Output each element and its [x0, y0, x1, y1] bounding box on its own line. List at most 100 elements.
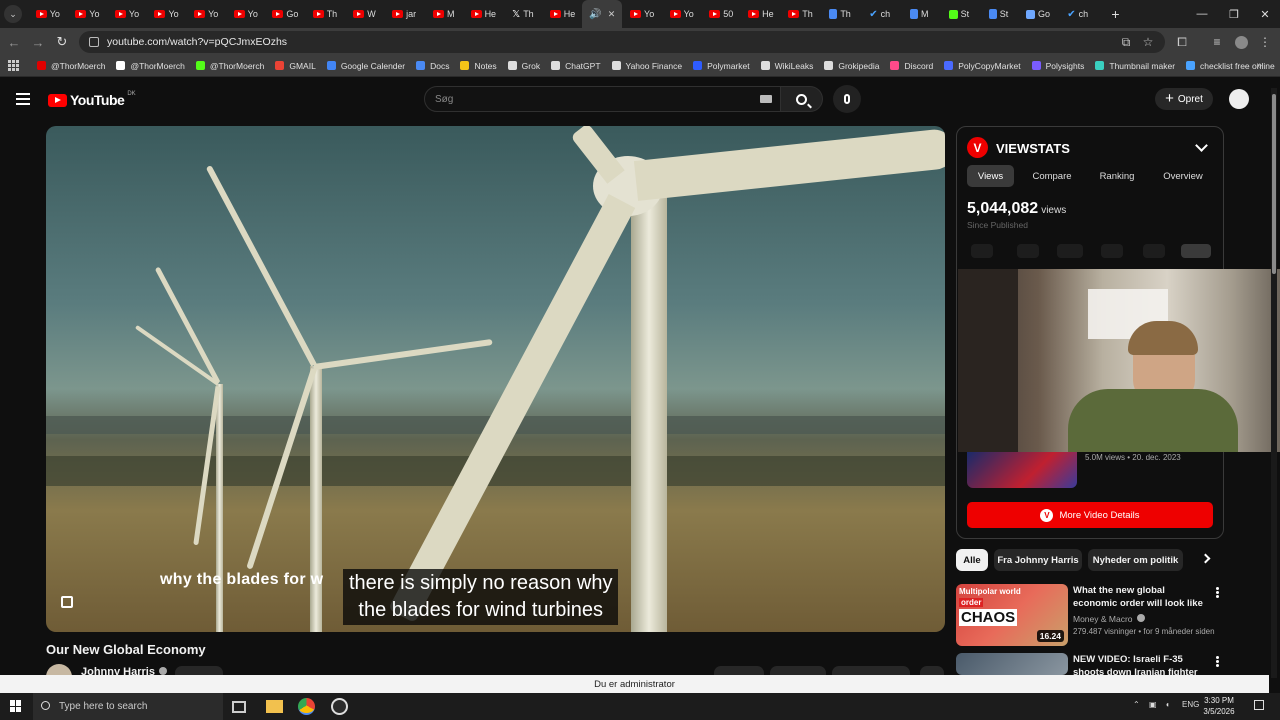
browser-menu-icon[interactable]: ⋮	[1255, 32, 1275, 52]
range-option[interactable]	[1143, 244, 1165, 258]
range-option[interactable]	[1057, 244, 1083, 258]
bookmark-item[interactable]: Grok	[507, 61, 540, 71]
browser-tab[interactable]: jar	[384, 0, 424, 28]
bookmark-item[interactable]: Thumbnail maker	[1095, 61, 1175, 71]
browser-tab[interactable]: 50	[702, 0, 742, 28]
account-avatar[interactable]	[1229, 89, 1249, 109]
browser-tab[interactable]: Th	[781, 0, 821, 28]
recommendation-thumbnail[interactable]	[956, 653, 1068, 675]
apps-grid-icon[interactable]	[8, 59, 19, 72]
extensions-icon[interactable]: ⧠	[1172, 32, 1192, 52]
back-button[interactable]: ←	[4, 32, 24, 52]
browser-tab[interactable]: Yo	[147, 0, 187, 28]
range-option-selected[interactable]	[1181, 244, 1211, 258]
profile-icon[interactable]	[1231, 32, 1251, 52]
bookmark-item[interactable]: Polysights	[1031, 61, 1084, 71]
bookmark-item[interactable]: @ThorMoerch	[116, 61, 185, 71]
browser-tab[interactable]: M	[899, 0, 939, 28]
viewstats-tab-ranking[interactable]: Ranking	[1089, 165, 1145, 187]
network-icon[interactable]: ▣	[1149, 700, 1157, 709]
browser-tab[interactable]: He	[741, 0, 781, 28]
bookmark-item[interactable]: Docs	[416, 61, 449, 71]
browser-tab[interactable]: W	[345, 0, 385, 28]
browser-tab[interactable]: Yo	[68, 0, 108, 28]
address-bar[interactable]: youtube.com/watch?v=pQCJmxEOzhs	[79, 31, 1165, 53]
bookmark-item[interactable]: Google Calender	[326, 61, 405, 71]
video-player[interactable]: why the blades for w there is simply no …	[46, 126, 945, 632]
browser-tab[interactable]: Th	[820, 0, 860, 28]
browser-tab[interactable]: M	[424, 0, 464, 28]
recommendation-title[interactable]: What the new global economic order will …	[1073, 585, 1211, 610]
taskbar-clock[interactable]: 3:30 PM 3/5/2026	[1198, 695, 1240, 717]
tab-search-button[interactable]: ⌄	[4, 5, 22, 23]
browser-tab[interactable]: Yo	[186, 0, 226, 28]
browser-tab[interactable]: Go	[266, 0, 306, 28]
browser-tab[interactable]: 𝕏 Th	[503, 0, 543, 28]
bookmark-item[interactable]: @ThorMoerch	[195, 61, 264, 71]
keyboard-icon[interactable]	[760, 95, 772, 103]
browser-tab[interactable]: He	[464, 0, 504, 28]
voice-search-button[interactable]	[833, 85, 861, 113]
range-option[interactable]	[971, 244, 993, 258]
viewstats-tab-overview[interactable]: Overview	[1153, 165, 1213, 187]
chip-politics-news[interactable]: Nyheder om politik	[1088, 549, 1183, 571]
related-video-thumbnail[interactable]	[967, 452, 1077, 488]
bookmark-item[interactable]: Discord	[890, 61, 933, 71]
chip-from-channel[interactable]: Fra Johnny Harris	[994, 549, 1082, 571]
browser-tab[interactable]: Yo	[28, 0, 68, 28]
recommendation-channel[interactable]: Money & Macro	[1073, 614, 1145, 624]
language-indicator[interactable]: ENG	[1182, 700, 1199, 709]
browser-tab[interactable]: St	[979, 0, 1019, 28]
volume-icon[interactable]: ◖	[1165, 700, 1170, 709]
forward-button[interactable]: →	[28, 32, 48, 52]
browser-tab[interactable]: ✔ ch	[860, 0, 900, 28]
chevron-right-icon[interactable]	[1200, 553, 1211, 564]
bookmark-item[interactable]: WikiLeaks	[760, 61, 813, 71]
bookmark-item[interactable]: ChatGPT	[551, 61, 601, 71]
taskbar-search-input[interactable]: Type here to search	[33, 693, 223, 720]
bookmark-item[interactable]: Polymarket	[693, 61, 750, 71]
browser-tab[interactable]: Th	[305, 0, 345, 28]
file-explorer-icon[interactable]	[266, 700, 283, 713]
recommendation-title[interactable]: NEW VIDEO: Israeli F-35 shoots down Iran…	[1073, 654, 1211, 675]
browser-tab[interactable]: St	[939, 0, 979, 28]
bookmark-item[interactable]: Yahoo Finance	[611, 61, 682, 71]
tab-close-icon[interactable]: ✕	[608, 9, 616, 20]
browser-tab[interactable]: 🔊 ✕	[582, 0, 623, 28]
more-options-icon[interactable]	[1216, 587, 1219, 598]
viewstats-tab-compare[interactable]: Compare	[1023, 165, 1081, 187]
range-option[interactable]	[1101, 244, 1123, 258]
create-button[interactable]: + Opret	[1155, 88, 1213, 110]
cast-icon[interactable]: ⧉	[1116, 32, 1136, 52]
browser-tab[interactable]: Go	[1018, 0, 1058, 28]
bookmark-item[interactable]: PolyCopyMarket	[944, 61, 1021, 71]
more-bookmarks-icon[interactable]: »	[1256, 60, 1262, 71]
task-view-icon[interactable]	[232, 701, 246, 713]
search-button[interactable]	[781, 86, 823, 112]
bookmark-item[interactable]: GMAIL	[275, 61, 316, 71]
chip-all[interactable]: Alle	[956, 549, 988, 571]
recording-app-icon[interactable]	[331, 698, 348, 715]
windows-start-icon[interactable]	[10, 700, 22, 712]
more-video-details-button[interactable]: V More Video Details	[967, 502, 1213, 528]
close-window-button[interactable]: ✕	[1249, 0, 1280, 28]
browser-tab[interactable]: Yo	[622, 0, 662, 28]
range-option[interactable]	[1017, 244, 1039, 258]
youtube-logo[interactable]: YouTube DK	[48, 91, 136, 108]
bookmark-item[interactable]: Grokipedia	[824, 61, 879, 71]
scrollbar-thumb[interactable]	[1272, 94, 1276, 274]
media-controls-icon[interactable]: ≡	[1207, 32, 1227, 52]
site-info-icon[interactable]	[89, 37, 99, 47]
new-tab-button[interactable]: +	[1103, 6, 1127, 22]
viewstats-tab-views[interactable]: Views	[967, 165, 1014, 187]
chrome-icon[interactable]	[298, 698, 315, 715]
minimize-button[interactable]: —	[1186, 0, 1218, 28]
restore-button[interactable]: ❐	[1218, 0, 1250, 28]
chevron-down-icon[interactable]	[1195, 139, 1208, 152]
recommendation-thumbnail[interactable]: Multipolar world order CHAOS 16.24	[956, 584, 1068, 646]
search-input[interactable]: Søg	[424, 86, 781, 112]
browser-tab[interactable]: Yo	[662, 0, 702, 28]
bookmark-star-icon[interactable]: ☆	[1138, 32, 1158, 52]
browser-tab[interactable]: Yo	[226, 0, 266, 28]
reload-button[interactable]: ↻	[52, 32, 72, 52]
